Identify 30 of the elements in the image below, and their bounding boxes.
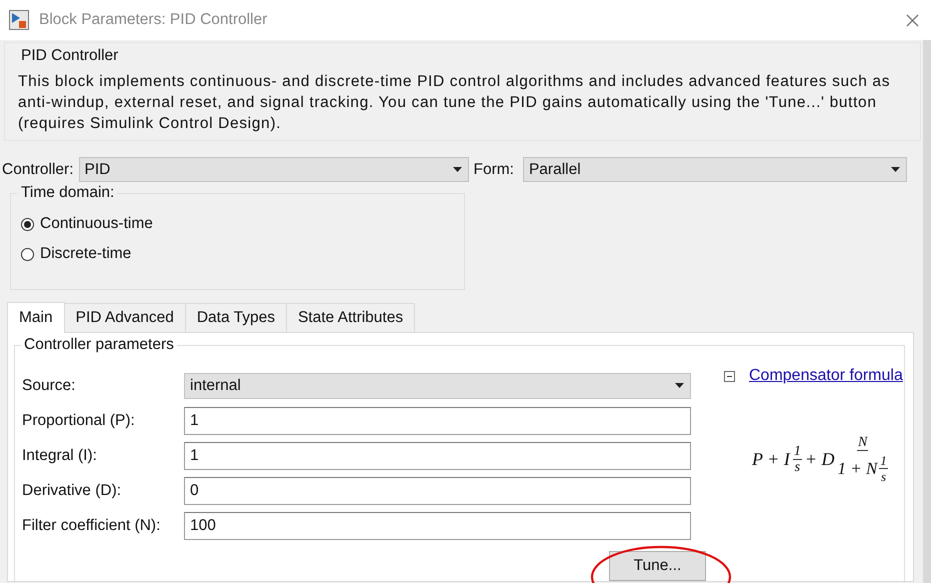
radio-option[interactable]: Discrete-time: [21, 245, 132, 263]
field-label: Filter coefficient (N):: [22, 516, 162, 534]
compensator-link[interactable]: Compensator formula: [749, 367, 903, 385]
caret-icon: [452, 167, 462, 172]
form-label: Form:: [474, 160, 514, 178]
description-text: This block implements continuous- and discrete-time PID control algorithms and includes advanced features such as anti-windup, external reset, and signal tracking. You can tune the PID gains automatically using the 'Tune...' button (requires Simulink Control Design).: [18, 72, 892, 134]
tune-button[interactable]: Tune...: [609, 551, 706, 581]
input-field[interactable]: 1: [184, 442, 691, 470]
input-field[interactable]: 100: [184, 512, 691, 540]
group-title: Controller parameters: [21, 336, 177, 354]
controller-label: Controller:: [2, 160, 74, 178]
caret-icon: [675, 383, 684, 388]
controller-dropdown[interactable]: PID: [78, 157, 468, 182]
input-field[interactable]: 0: [184, 476, 691, 504]
scrollbar[interactable]: [923, 40, 931, 583]
source-dropdown[interactable]: internal: [184, 372, 691, 398]
radio-option[interactable]: Continuous-time: [21, 215, 153, 233]
close-icon[interactable]: [906, 14, 919, 26]
field-label: Integral (I):: [22, 446, 98, 464]
field-label: Proportional (P):: [22, 412, 136, 430]
caret-icon: [890, 167, 900, 172]
field-label: Derivative (D):: [22, 482, 122, 500]
tab[interactable]: State Attributes: [286, 303, 416, 332]
form-dropdown[interactable]: Parallel: [522, 157, 907, 182]
window-title: Block Parameters: PID Controller: [39, 11, 268, 29]
input-field[interactable]: 1: [184, 406, 691, 434]
collapse-icon[interactable]: [724, 370, 735, 382]
field-label: Source:: [22, 376, 76, 394]
tab[interactable]: Main: [7, 302, 65, 333]
block-icon: [9, 10, 29, 30]
